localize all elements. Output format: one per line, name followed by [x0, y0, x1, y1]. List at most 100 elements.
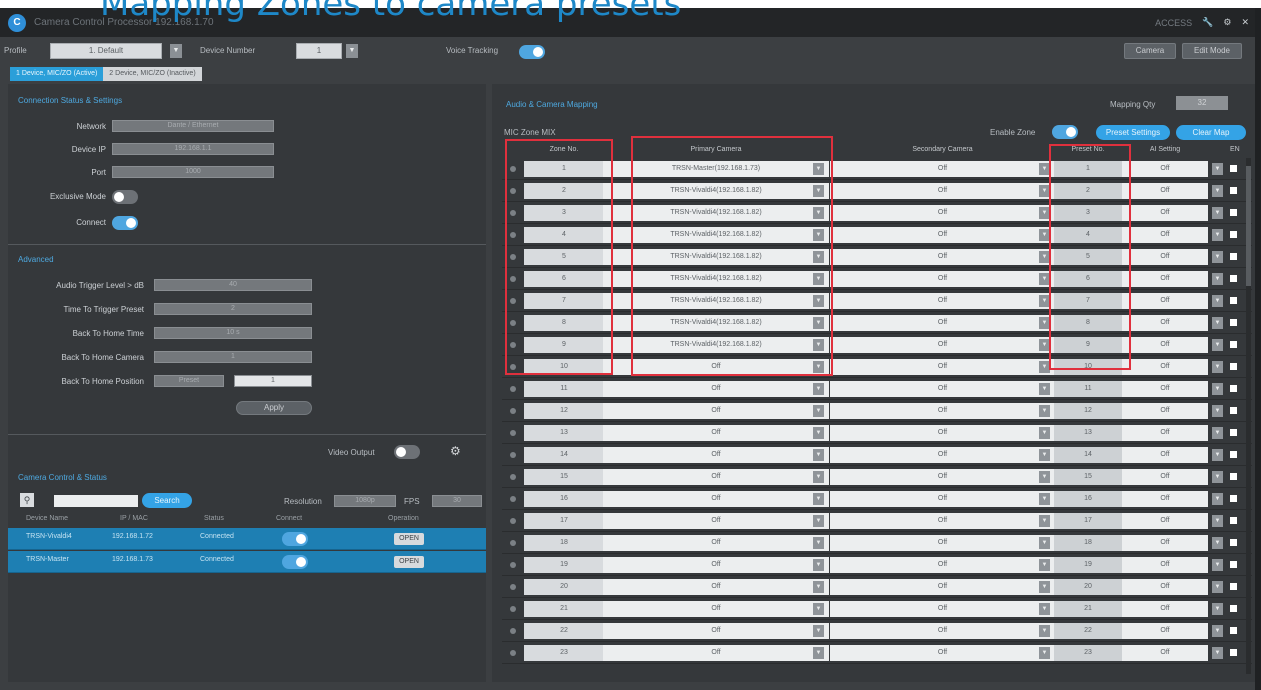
preset-field[interactable]: 22	[1054, 623, 1122, 639]
fps-select[interactable]: 30	[432, 495, 482, 507]
row-select-dot[interactable]	[510, 430, 516, 436]
preset-field[interactable]: 19	[1054, 557, 1122, 573]
secondary-dropdown-icon[interactable]: ▼	[1039, 515, 1050, 527]
ai-setting-select[interactable]: Off	[1122, 645, 1208, 661]
search-input[interactable]	[54, 495, 138, 507]
video-output-toggle[interactable]	[394, 445, 420, 459]
zone-field[interactable]: 14	[524, 447, 604, 463]
ai-dropdown-icon[interactable]: ▼	[1212, 449, 1223, 461]
device-open-button[interactable]: OPEN	[394, 533, 424, 545]
row-select-dot[interactable]	[510, 540, 516, 546]
secondary-camera-select[interactable]: Off	[830, 557, 1055, 573]
ai-setting-select[interactable]: Off	[1122, 447, 1208, 463]
scrollbar-thumb[interactable]	[1246, 166, 1251, 286]
enable-checkbox[interactable]	[1230, 407, 1237, 414]
ai-dropdown-icon[interactable]: ▼	[1212, 383, 1223, 395]
ai-dropdown-icon[interactable]: ▼	[1212, 339, 1223, 351]
back-home-position-field[interactable]: 1	[234, 375, 312, 387]
ai-setting-select[interactable]: Off	[1122, 425, 1208, 441]
ai-setting-select[interactable]: Off	[1122, 249, 1208, 265]
tab-device-2[interactable]: 2 Device, MIC/ZO (Inactive)	[103, 67, 202, 81]
enable-checkbox[interactable]	[1230, 495, 1237, 502]
secondary-camera-select[interactable]: Off	[830, 513, 1055, 529]
ai-dropdown-icon[interactable]: ▼	[1212, 251, 1223, 263]
resolution-select[interactable]: 1080p	[334, 495, 396, 507]
preset-field[interactable]: 17	[1054, 513, 1122, 529]
apply-button[interactable]: Apply	[236, 401, 312, 415]
primary-camera-select[interactable]: Off	[603, 601, 829, 617]
port-field[interactable]: 1000	[112, 166, 274, 178]
ai-dropdown-icon[interactable]: ▼	[1212, 603, 1223, 615]
row-select-dot[interactable]	[510, 628, 516, 634]
row-select-dot[interactable]	[510, 496, 516, 502]
zone-field[interactable]: 13	[524, 425, 604, 441]
secondary-camera-select[interactable]: Off	[830, 535, 1055, 551]
primary-camera-select[interactable]: Off	[603, 557, 829, 573]
ai-setting-select[interactable]: Off	[1122, 469, 1208, 485]
primary-dropdown-icon[interactable]: ▼	[813, 537, 824, 549]
ai-dropdown-icon[interactable]: ▼	[1212, 207, 1223, 219]
enable-checkbox[interactable]	[1230, 341, 1237, 348]
secondary-camera-select[interactable]: Off	[830, 359, 1055, 375]
primary-dropdown-icon[interactable]: ▼	[813, 559, 824, 571]
ai-setting-select[interactable]: Off	[1122, 491, 1208, 507]
primary-camera-select[interactable]: Off	[603, 535, 829, 551]
ai-setting-select[interactable]: Off	[1122, 579, 1208, 595]
secondary-camera-select[interactable]: Off	[830, 205, 1055, 221]
preset-field[interactable]: 12	[1054, 403, 1122, 419]
enable-checkbox[interactable]	[1230, 451, 1237, 458]
secondary-dropdown-icon[interactable]: ▼	[1039, 449, 1050, 461]
ai-dropdown-icon[interactable]: ▼	[1212, 625, 1223, 637]
wrench-icon[interactable]: 🔧	[1202, 17, 1213, 28]
enable-checkbox[interactable]	[1230, 319, 1237, 326]
zone-field[interactable]: 15	[524, 469, 604, 485]
primary-camera-select[interactable]: Off	[603, 645, 829, 661]
enable-checkbox[interactable]	[1230, 385, 1237, 392]
row-select-dot[interactable]	[510, 606, 516, 612]
ai-dropdown-icon[interactable]: ▼	[1212, 229, 1223, 241]
preset-field[interactable]: 13	[1054, 425, 1122, 441]
ai-setting-select[interactable]: Off	[1122, 381, 1208, 397]
close-icon[interactable]: ✕	[1241, 17, 1249, 28]
gear-icon[interactable]: ⚙	[1223, 17, 1231, 28]
secondary-dropdown-icon[interactable]: ▼	[1039, 383, 1050, 395]
secondary-dropdown-icon[interactable]: ▼	[1039, 603, 1050, 615]
secondary-camera-select[interactable]: Off	[830, 249, 1055, 265]
enable-checkbox[interactable]	[1230, 363, 1237, 370]
primary-dropdown-icon[interactable]: ▼	[813, 603, 824, 615]
enable-checkbox[interactable]	[1230, 627, 1237, 634]
preset-field[interactable]: 16	[1054, 491, 1122, 507]
enable-checkbox[interactable]	[1230, 605, 1237, 612]
secondary-dropdown-icon[interactable]: ▼	[1039, 427, 1050, 439]
connect-toggle[interactable]	[112, 216, 138, 230]
preset-field[interactable]: 18	[1054, 535, 1122, 551]
enable-checkbox[interactable]	[1230, 473, 1237, 480]
secondary-dropdown-icon[interactable]: ▼	[1039, 559, 1050, 571]
zone-field[interactable]: 16	[524, 491, 604, 507]
zone-field[interactable]: 20	[524, 579, 604, 595]
edit-mode-button[interactable]: Edit Mode	[1182, 43, 1242, 59]
tab-device-1[interactable]: 1 Device, MIC/ZO (Active)	[10, 67, 104, 81]
primary-dropdown-icon[interactable]: ▼	[813, 405, 824, 417]
audio-trigger-field[interactable]: 40	[154, 279, 312, 291]
exclusive-mode-toggle[interactable]	[112, 190, 138, 204]
voice-tracking-toggle[interactable]	[519, 45, 545, 59]
ai-dropdown-icon[interactable]: ▼	[1212, 515, 1223, 527]
zone-field[interactable]: 18	[524, 535, 604, 551]
ai-setting-select[interactable]: Off	[1122, 293, 1208, 309]
zone-field[interactable]: 17	[524, 513, 604, 529]
secondary-dropdown-icon[interactable]: ▼	[1039, 471, 1050, 483]
secondary-camera-select[interactable]: Off	[830, 645, 1055, 661]
enable-checkbox[interactable]	[1230, 187, 1237, 194]
ai-setting-select[interactable]: Off	[1122, 227, 1208, 243]
primary-dropdown-icon[interactable]: ▼	[813, 515, 824, 527]
row-select-dot[interactable]	[510, 518, 516, 524]
preset-field[interactable]: 11	[1054, 381, 1122, 397]
preset-settings-button[interactable]: Preset Settings	[1096, 125, 1170, 140]
secondary-dropdown-icon[interactable]: ▼	[1039, 405, 1050, 417]
enable-zone-toggle[interactable]	[1052, 125, 1078, 139]
device-row[interactable]: TRSN-Master 192.168.1.73 Connected OPEN	[8, 551, 486, 573]
ai-dropdown-icon[interactable]: ▼	[1212, 471, 1223, 483]
mapping-scrollbar[interactable]	[1246, 158, 1251, 674]
device-row[interactable]: TRSN-Vivaldi4 192.168.1.72 Connected OPE…	[8, 528, 486, 550]
